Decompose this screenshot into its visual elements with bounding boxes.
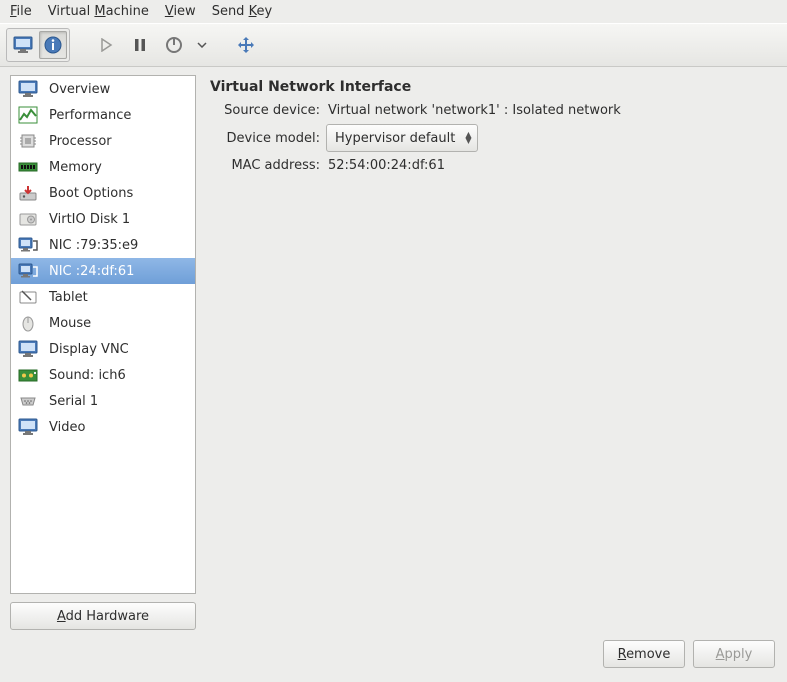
device-model-combo[interactable]: Hypervisor default ▲▼ xyxy=(326,124,478,152)
menu-view[interactable]: View xyxy=(159,2,202,21)
sidebar-item-overview[interactable]: Overview xyxy=(11,76,195,102)
sidebar-item-virtio-disk-1[interactable]: VirtIO Disk 1 xyxy=(11,206,195,232)
fullscreen-icon xyxy=(237,36,255,54)
menubar: File Virtual Machine View Send Key xyxy=(0,0,787,23)
sidebar-item-label: Tablet xyxy=(49,290,88,305)
apply-label: Apply xyxy=(716,647,753,662)
add-hardware-button[interactable]: Add Hardware xyxy=(10,602,196,630)
boot-icon xyxy=(17,183,39,203)
monitor-icon xyxy=(13,36,33,54)
source-device-value: Virtual network 'network1' : Isolated ne… xyxy=(326,103,621,118)
console-view-button[interactable] xyxy=(9,31,37,59)
menu-send-key[interactable]: Send Key xyxy=(206,2,278,21)
info-icon xyxy=(43,35,63,55)
monitor-icon xyxy=(17,79,39,99)
apply-button: Apply xyxy=(693,640,775,668)
fullscreen-button[interactable] xyxy=(232,31,260,59)
cpu-icon xyxy=(17,131,39,151)
sound-icon xyxy=(17,365,39,385)
tablet-icon xyxy=(17,287,39,307)
power-icon xyxy=(165,36,183,54)
remove-button[interactable]: Remove xyxy=(603,640,685,668)
sidebar-item-label: Display VNC xyxy=(49,342,129,357)
memory-icon xyxy=(17,157,39,177)
pause-button[interactable] xyxy=(126,31,154,59)
monitor-icon xyxy=(17,417,39,437)
sidebar-item-label: NIC :79:35:e9 xyxy=(49,238,138,253)
serial-icon xyxy=(17,391,39,411)
add-hardware-label: Add Hardware xyxy=(57,609,149,624)
sidebar-item-nic-79-35-e9[interactable]: NIC :79:35:e9 xyxy=(11,232,195,258)
monitor-icon xyxy=(17,339,39,359)
source-device-label: Source device: xyxy=(210,103,326,118)
menu-file[interactable]: File xyxy=(4,2,38,21)
play-icon xyxy=(99,38,113,52)
panel-title: Virtual Network Interface xyxy=(210,79,777,95)
device-model-value: Hypervisor default xyxy=(335,131,455,146)
pause-icon xyxy=(133,38,147,52)
mac-address-value: 52:54:00:24:df:61 xyxy=(326,158,445,173)
sidebar-item-label: VirtIO Disk 1 xyxy=(49,212,130,227)
chevron-down-icon xyxy=(197,42,207,48)
sidebar-item-label: Performance xyxy=(49,108,131,123)
sidebar-item-label: Video xyxy=(49,420,85,435)
device-model-row: Device model: Hypervisor default ▲▼ xyxy=(210,124,777,152)
sidebar-item-memory[interactable]: Memory xyxy=(11,154,195,180)
footer: Remove Apply xyxy=(0,630,787,682)
device-model-label: Device model: xyxy=(210,131,326,146)
toolbar xyxy=(0,23,787,67)
source-device-row: Source device: Virtual network 'network1… xyxy=(210,103,777,118)
sidebar-item-tablet[interactable]: Tablet xyxy=(11,284,195,310)
run-button[interactable] xyxy=(92,31,120,59)
mac-address-row: MAC address: 52:54:00:24:df:61 xyxy=(210,158,777,173)
sidebar-item-performance[interactable]: Performance xyxy=(11,102,195,128)
power-button[interactable] xyxy=(160,31,188,59)
sidebar-item-label: Boot Options xyxy=(49,186,133,201)
details-view-button[interactable] xyxy=(39,31,67,59)
sidebar-item-label: Mouse xyxy=(49,316,91,331)
sidebar-item-serial-1[interactable]: Serial 1 xyxy=(11,388,195,414)
sidebar-item-boot-options[interactable]: Boot Options xyxy=(11,180,195,206)
device-list[interactable]: Overview Performance Processor Memory Boot O… xyxy=(10,75,196,594)
nic-icon xyxy=(17,261,39,281)
mac-address-label: MAC address: xyxy=(210,158,326,173)
nic-icon xyxy=(17,235,39,255)
main-panel: Virtual Network Interface Source device:… xyxy=(210,75,777,630)
sidebar-item-label: Sound: ich6 xyxy=(49,368,126,383)
disk-icon xyxy=(17,209,39,229)
sidebar-item-mouse[interactable]: Mouse xyxy=(11,310,195,336)
combo-arrows-icon: ▲▼ xyxy=(463,132,473,144)
sidebar-item-label: Serial 1 xyxy=(49,394,98,409)
content-area: Overview Performance Processor Memory Boot O… xyxy=(0,67,787,630)
sidebar-item-display-vnc[interactable]: Display VNC xyxy=(11,336,195,362)
sidebar-item-label: Processor xyxy=(49,134,112,149)
sidebar-item-label: Memory xyxy=(49,160,102,175)
sidebar: Overview Performance Processor Memory Boot O… xyxy=(10,75,196,630)
sidebar-item-nic-24-df-61[interactable]: NIC :24:df:61 xyxy=(11,258,195,284)
remove-label: Remove xyxy=(618,647,671,662)
sidebar-item-label: NIC :24:df:61 xyxy=(49,264,134,279)
sidebar-item-label: Overview xyxy=(49,82,110,97)
perf-icon xyxy=(17,105,39,125)
sidebar-item-video[interactable]: Video xyxy=(11,414,195,440)
sidebar-item-processor[interactable]: Processor xyxy=(11,128,195,154)
view-toggle-group xyxy=(6,28,70,62)
sidebar-item-sound-ich6[interactable]: Sound: ich6 xyxy=(11,362,195,388)
power-menu-arrow[interactable] xyxy=(194,31,210,59)
menu-virtual-machine[interactable]: Virtual Machine xyxy=(42,2,155,21)
mouse-icon xyxy=(17,313,39,333)
